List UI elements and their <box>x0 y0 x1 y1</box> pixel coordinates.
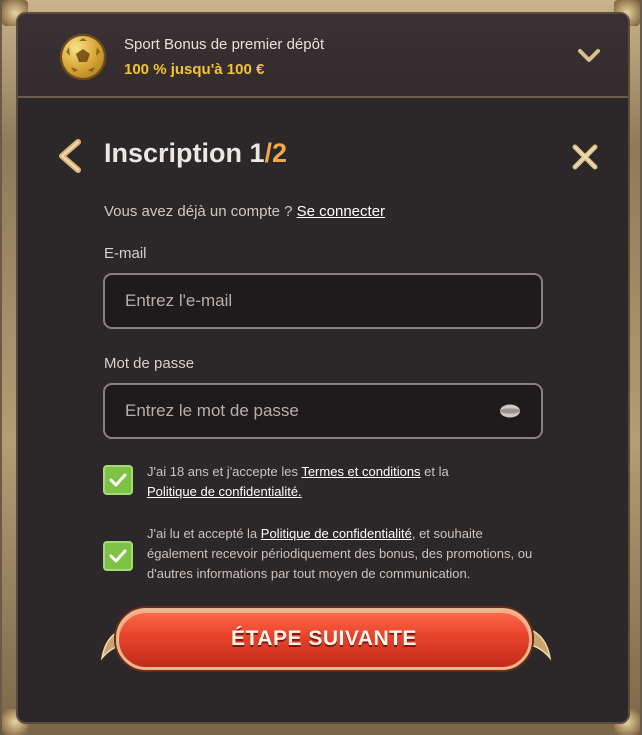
modal-frame: Sport Bonus de premier dépôt 100 % jusqu… <box>2 0 640 735</box>
page-title: Inscription 1/2 <box>104 138 287 169</box>
terms-link[interactable]: Termes et conditions <box>301 464 420 479</box>
football-icon <box>60 34 106 80</box>
consent-terms-row: J'ai 18 ans et j'accepte les Termes et c… <box>103 462 543 502</box>
checkmark-icon <box>109 473 127 487</box>
consent-text: J'ai 18 ans et j'accepte les <box>147 464 302 479</box>
privacy-policy-link[interactable]: Politique de confidentialité. <box>147 484 302 499</box>
password-field[interactable] <box>125 401 499 421</box>
consent-marketing-checkbox[interactable] <box>103 541 133 571</box>
login-prompt: Vous avez déjà un compte ? Se connecter <box>104 203 385 220</box>
title-text: Inscription <box>104 138 250 168</box>
consent-terms-checkbox[interactable] <box>103 465 133 495</box>
step-total: /2 <box>264 138 288 168</box>
chevron-down-icon[interactable] <box>578 48 600 64</box>
login-link[interactable]: Se connecter <box>297 203 385 220</box>
email-field-wrapper <box>103 273 543 329</box>
eye-icon[interactable] <box>499 403 521 419</box>
close-icon[interactable] <box>570 142 600 172</box>
next-step-button[interactable]: ÉTAPE SUIVANTE <box>116 608 532 670</box>
step-current: 1 <box>249 138 265 168</box>
bonus-selector[interactable]: Sport Bonus de premier dépôt 100 % jusqu… <box>18 14 628 98</box>
password-label: Mot de passe <box>104 355 195 372</box>
next-step-button-wrapper: ÉTAPE SUIVANTE <box>100 602 552 676</box>
email-field[interactable] <box>125 291 521 311</box>
login-prompt-text: Vous avez déjà un compte ? <box>104 203 297 220</box>
consent-marketing-row: J'ai lu et accepté la Politique de confi… <box>103 524 543 584</box>
bonus-title: Sport Bonus de premier dépôt <box>124 36 325 53</box>
password-field-wrapper <box>103 383 543 439</box>
registration-modal: Sport Bonus de premier dépôt 100 % jusqu… <box>16 12 630 724</box>
consent-terms-text: J'ai 18 ans et j'accepte les Termes et c… <box>147 462 449 502</box>
consent-text: et la <box>420 464 449 479</box>
checkmark-icon <box>109 549 127 563</box>
bonus-amount: 100 % jusqu'à 100 € <box>124 61 265 78</box>
email-label: E-mail <box>104 245 147 262</box>
chevron-left-icon[interactable] <box>54 138 84 174</box>
consent-text: J'ai lu et accepté la <box>147 526 261 541</box>
consent-marketing-text: J'ai lu et accepté la Politique de confi… <box>147 524 543 584</box>
privacy-policy-link[interactable]: Politique de confidentialité <box>261 526 412 541</box>
